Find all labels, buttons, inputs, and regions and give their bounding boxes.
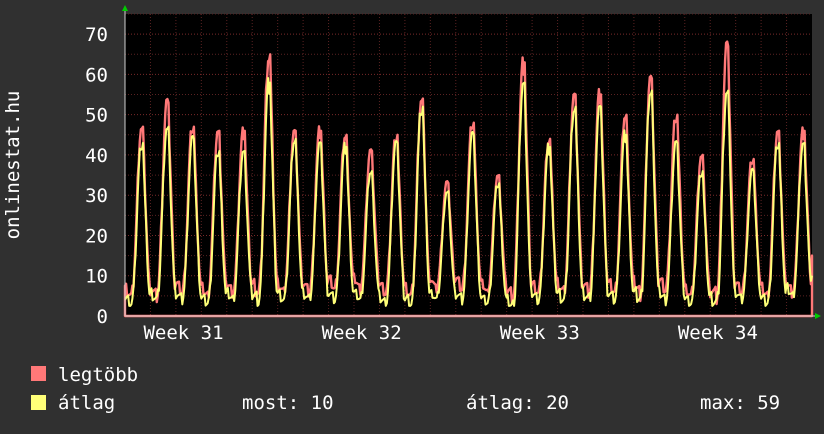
chart-svg: 0 10 20 30 40 50 60 70 Week 31 Week 32 Week 33 Wee… xyxy=(0,0,824,430)
legend-swatch-max xyxy=(31,366,46,381)
x-tick-label: Week 33 xyxy=(500,322,580,344)
x-tick-label: Week 34 xyxy=(678,322,758,344)
stat-avg: átlag: 20 xyxy=(466,392,569,414)
y-tick-label: 40 xyxy=(85,145,108,167)
legend-label-max: legtöbb xyxy=(58,364,138,386)
traffic-chart: 0 10 20 30 40 50 60 70 Week 31 Week 32 Week 33 Wee… xyxy=(0,0,824,430)
x-tick-label: Week 31 xyxy=(143,322,223,344)
y-axis-label: onlinestat.hu xyxy=(2,91,24,240)
y-tick-label: 10 xyxy=(85,266,108,288)
y-tick-label: 60 xyxy=(85,64,108,86)
y-tick-label: 50 xyxy=(85,105,108,127)
stat-now: most: 10 xyxy=(242,392,334,414)
stat-max: max: 59 xyxy=(700,392,780,414)
y-tick-label: 20 xyxy=(85,225,108,247)
legend-label-avg: átlag xyxy=(58,392,115,414)
y-tick-label: 0 xyxy=(97,306,108,328)
y-tick-label: 30 xyxy=(85,185,108,207)
legend-swatch-avg xyxy=(31,395,46,410)
x-tick-label: Week 32 xyxy=(322,322,402,344)
y-tick-label: 70 xyxy=(85,24,108,46)
